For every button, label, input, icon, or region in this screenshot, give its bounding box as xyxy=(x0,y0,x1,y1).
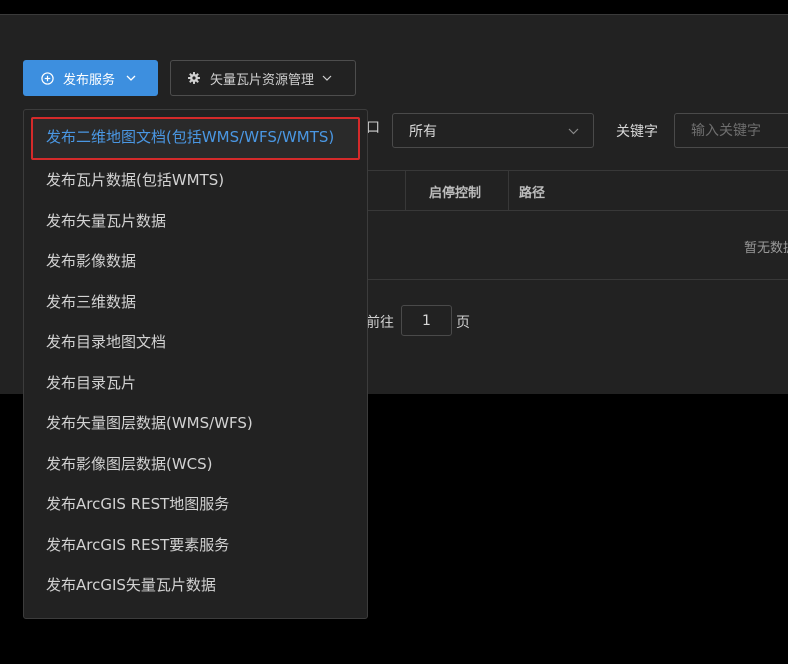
menu-item-publish-3d-data[interactable]: 发布三维数据 xyxy=(24,282,367,323)
keyword-label: 关键字 xyxy=(616,124,658,140)
publish-service-label: 发布服务 xyxy=(63,72,116,88)
page-suffix-label: 页 xyxy=(456,315,470,331)
gear-icon xyxy=(188,72,200,84)
type-select-value: 所有 xyxy=(409,123,437,140)
chevron-down-icon xyxy=(568,128,579,135)
keyword-input[interactable] xyxy=(674,113,788,148)
column-divider xyxy=(508,171,509,211)
table-divider xyxy=(366,279,788,280)
publish-service-dropdown: 发布二维地图文档(包括WMS/WFS/WMTS) 发布瓦片数据(包括WMTS) … xyxy=(23,109,368,619)
publish-service-button[interactable]: 发布服务 xyxy=(23,60,158,96)
goto-page-label: 前往 xyxy=(366,315,394,331)
vector-tile-management-button[interactable]: 矢量瓦片资源管理 xyxy=(170,60,356,96)
menu-item-publish-arcgis-vector-tile-data[interactable]: 发布ArcGIS矢量瓦片数据 xyxy=(24,565,367,606)
menu-item-publish-arcgis-rest-feature-service[interactable]: 发布ArcGIS REST要素服务 xyxy=(24,525,367,566)
page-number-input[interactable] xyxy=(401,305,452,336)
column-header-start-stop: 启停控制 xyxy=(429,186,482,201)
menu-item-publish-tile-data[interactable]: 发布瓦片数据(包括WMTS) xyxy=(24,160,367,201)
chevron-down-icon xyxy=(126,75,136,81)
vector-tile-management-label: 矢量瓦片资源管理 xyxy=(210,72,315,88)
menu-item-publish-imagery-layer-data[interactable]: 发布影像图层数据(WCS) xyxy=(24,444,367,485)
column-divider xyxy=(405,171,406,211)
column-header-path: 路径 xyxy=(519,186,546,201)
type-label-fragment: 口 xyxy=(366,120,380,136)
menu-item-publish-directory-tiles[interactable]: 发布目录瓦片 xyxy=(24,363,367,404)
menu-item-publish-vector-tile-data[interactable]: 发布矢量瓦片数据 xyxy=(24,201,367,242)
menu-item-publish-arcgis-rest-map-service[interactable]: 发布ArcGIS REST地图服务 xyxy=(24,484,367,525)
type-select[interactable]: 所有 xyxy=(392,113,594,148)
menu-item-publish-vector-layer-data[interactable]: 发布矢量图层数据(WMS/WFS) xyxy=(24,403,367,444)
menu-item-publish-2d-map-document[interactable]: 发布二维地图文档(包括WMS/WFS/WMTS) xyxy=(31,117,360,160)
plus-circle-icon xyxy=(41,71,54,85)
menu-item-publish-directory-map-document[interactable]: 发布目录地图文档 xyxy=(24,322,367,363)
chevron-down-icon xyxy=(322,75,332,81)
menu-item-publish-imagery-data[interactable]: 发布影像数据 xyxy=(24,241,367,282)
empty-table-text: 暂无数据 xyxy=(744,241,788,256)
